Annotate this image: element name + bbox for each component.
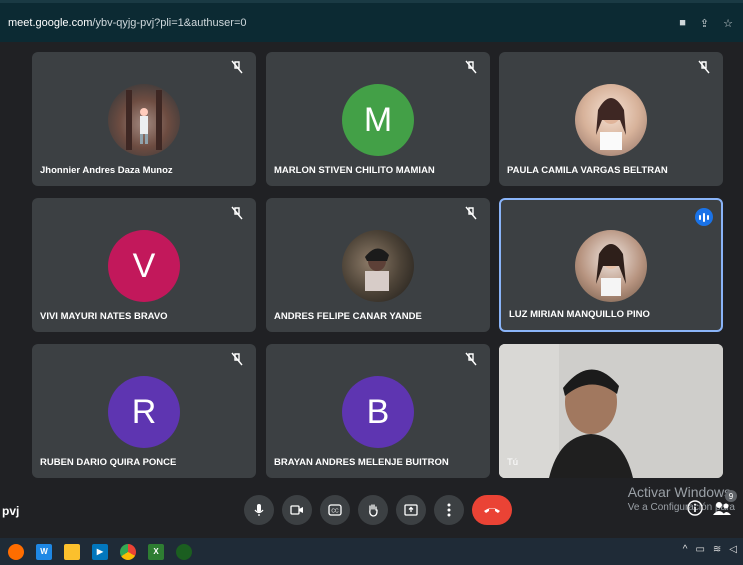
participant-name: LUZ MIRIAN MANQUILLO PINO [509, 309, 650, 320]
watermark-title: Activar Windows [627, 484, 732, 500]
speaking-indicator-icon [695, 208, 713, 226]
media-player-icon[interactable]: ▶ [92, 543, 108, 560]
share-icon[interactable]: ⇪ [700, 17, 709, 30]
participant-avatar: B [342, 376, 414, 448]
avatar-letter: V [132, 246, 156, 285]
volume-icon[interactable]: ◁ [729, 544, 737, 555]
mic-off-icon [698, 60, 710, 74]
system-tray: ^ ▭ ≋ ◁ [683, 544, 737, 555]
mic-off-icon [465, 206, 477, 220]
mic-off-icon [465, 352, 477, 366]
microphone-icon [254, 504, 264, 516]
participant-name: MARLON STIVEN CHILITO MAMIAN [274, 165, 435, 176]
participant-name: Jhonnier Andres Daza Munoz [40, 165, 173, 176]
mic-off-icon [231, 60, 243, 74]
meeting-controls-bar: pvj CC Activar Windows Ve a Configuració… [0, 482, 743, 538]
windows-taskbar: W ▶ X ^ ▭ ≋ ◁ [0, 538, 743, 565]
participant-name: BRAYAN ANDRES MELENJE BUITRON [274, 457, 449, 468]
mic-off-icon [465, 60, 477, 74]
present-screen-icon [404, 504, 418, 516]
participant-photo [342, 230, 414, 302]
participant-tile-speaking[interactable]: LUZ MIRIAN MANQUILLO PINO [499, 198, 723, 332]
end-call-icon [484, 508, 500, 513]
mic-off-icon [231, 352, 243, 366]
participant-tile[interactable]: V VIVI MAYURI NATES BRAVO [32, 198, 256, 332]
file-explorer-icon[interactable] [64, 543, 80, 560]
participant-photo [575, 84, 647, 156]
hand-icon [369, 504, 378, 517]
url-field[interactable]: meet.google.com/ybv-qyjg-pvj?pli=1&authu… [8, 17, 246, 29]
video-camera-icon [290, 505, 303, 515]
participant-avatar: M [342, 84, 414, 156]
app-icon[interactable] [176, 543, 192, 560]
svg-text:CC: CC [331, 509, 339, 515]
word-icon[interactable]: W [36, 543, 52, 560]
participant-tile[interactable]: PAULA CAMILA VARGAS BELTRAN [499, 52, 723, 186]
participants-count-badge: 9 [725, 490, 737, 502]
participant-name: PAULA CAMILA VARGAS BELTRAN [507, 165, 668, 176]
meet-grid: Jhonnier Andres Daza Munoz M MARLON STIV… [0, 42, 743, 482]
avatar-letter: M [363, 100, 393, 139]
chevron-up-icon[interactable]: ^ [683, 544, 688, 555]
participant-name: VIVI MAYURI NATES BRAVO [40, 311, 168, 322]
present-screen-button[interactable] [396, 495, 426, 525]
participant-avatar: R [108, 376, 180, 448]
participant-tile[interactable]: B BRAYAN ANDRES MELENJE BUITRON [266, 344, 490, 478]
camera-button[interactable] [282, 495, 312, 525]
self-name: Tú [507, 457, 519, 468]
microphone-button[interactable] [244, 495, 274, 525]
captions-button[interactable]: CC [320, 495, 350, 525]
avatar-letter: R [131, 392, 157, 431]
participant-tile[interactable]: M MARLON STIVEN CHILITO MAMIAN [266, 52, 490, 186]
camera-icon[interactable]: ■ [679, 17, 686, 30]
participant-photo [108, 84, 180, 156]
chrome-icon[interactable] [120, 543, 136, 560]
participant-name: ANDRES FELIPE CANAR YANDE [274, 311, 422, 322]
firefox-icon[interactable] [8, 543, 24, 560]
url-host: meet.google.com [8, 17, 93, 29]
self-view-tile[interactable]: Tú [499, 344, 723, 478]
participant-tile[interactable]: ANDRES FELIPE CANAR YANDE [266, 198, 490, 332]
participant-tile[interactable]: R RUBEN DARIO QUIRA PONCE [32, 344, 256, 478]
wifi-icon[interactable]: ≋ [713, 544, 721, 555]
people-icon[interactable] [713, 500, 731, 516]
avatar-letter: B [366, 392, 390, 431]
leave-call-button[interactable] [472, 495, 512, 525]
captions-icon: CC [328, 504, 342, 516]
participant-avatar: V [108, 230, 180, 302]
self-camera-feed [499, 344, 723, 478]
bookmark-star-icon[interactable]: ☆ [723, 17, 733, 30]
more-vert-icon [447, 503, 451, 517]
participant-tile[interactable]: Jhonnier Andres Daza Munoz [32, 52, 256, 186]
info-icon[interactable] [687, 500, 703, 516]
browser-address-bar: meet.google.com/ybv-qyjg-pvj?pli=1&authu… [0, 0, 743, 42]
participant-photo [575, 230, 647, 302]
excel-icon[interactable]: X [148, 543, 164, 560]
raise-hand-button[interactable] [358, 495, 388, 525]
url-path: /ybv-qyjg-pvj?pli=1&authuser=0 [92, 17, 247, 29]
more-options-button[interactable] [434, 495, 464, 525]
meeting-code: pvj [2, 504, 20, 518]
mic-off-icon [231, 206, 243, 220]
participant-name: RUBEN DARIO QUIRA PONCE [40, 457, 177, 468]
battery-icon[interactable]: ▭ [695, 544, 704, 555]
